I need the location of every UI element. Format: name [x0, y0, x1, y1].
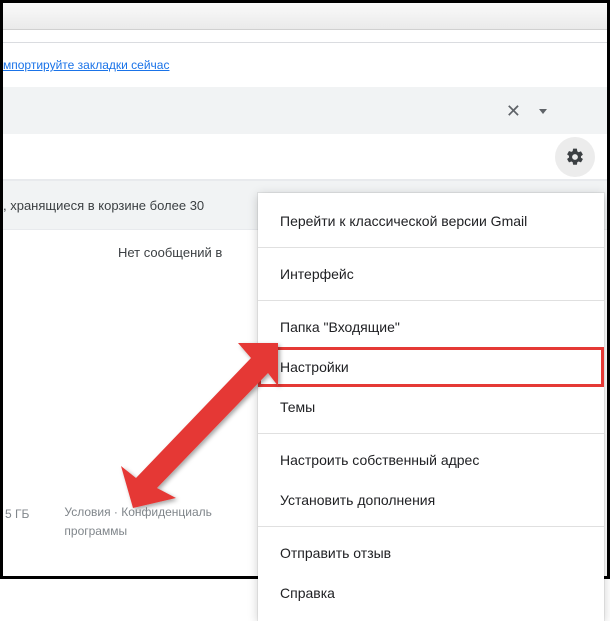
bookmarks-bar: мпортируйте закладки сейчас [3, 43, 607, 87]
empty-message-text: Нет сообщений в [118, 245, 222, 260]
trash-banner-text: , хранящиеся в корзине более 30 [3, 198, 204, 213]
menu-item-inbox[interactable]: Папка "Входящие" [258, 307, 604, 347]
footer-terms: Условия · Конфиденциаль программы [64, 503, 212, 541]
menu-item-feedback[interactable]: Отправить отзыв [258, 533, 604, 573]
menu-item-help[interactable]: Справка [258, 573, 604, 613]
tab-strip [3, 3, 607, 30]
menu-item-custom-address[interactable]: Настроить собственный адрес [258, 440, 604, 480]
settings-gear-button[interactable] [555, 137, 595, 177]
menu-divider [258, 300, 604, 301]
storage-text: 5 ГБ [5, 507, 29, 521]
menu-divider [258, 433, 604, 434]
spacer-bar [3, 30, 607, 43]
menu-item-themes[interactable]: Темы [258, 387, 604, 427]
menu-item-settings[interactable]: Настройки [258, 347, 604, 387]
menu-divider [258, 526, 604, 527]
menu-divider [258, 247, 604, 248]
import-bookmarks-link[interactable]: мпортируйте закладки сейчас [3, 58, 169, 72]
gear-icon [565, 147, 585, 167]
footer-terms-line2: программы [64, 524, 127, 538]
toolbar [3, 135, 607, 180]
search-bar[interactable]: ✕ [3, 87, 607, 135]
search-options-caret-icon[interactable] [539, 109, 547, 114]
clear-search-icon[interactable]: ✕ [506, 101, 521, 122]
footer-terms-line1: Условия · Конфиденциаль [64, 505, 212, 519]
menu-item-addons[interactable]: Установить дополнения [258, 480, 604, 520]
menu-item-classic-gmail[interactable]: Перейти к классической версии Gmail [258, 201, 604, 241]
menu-item-density[interactable]: Интерфейс [258, 254, 604, 294]
settings-menu: Перейти к классической версии Gmail Инте… [258, 193, 604, 621]
